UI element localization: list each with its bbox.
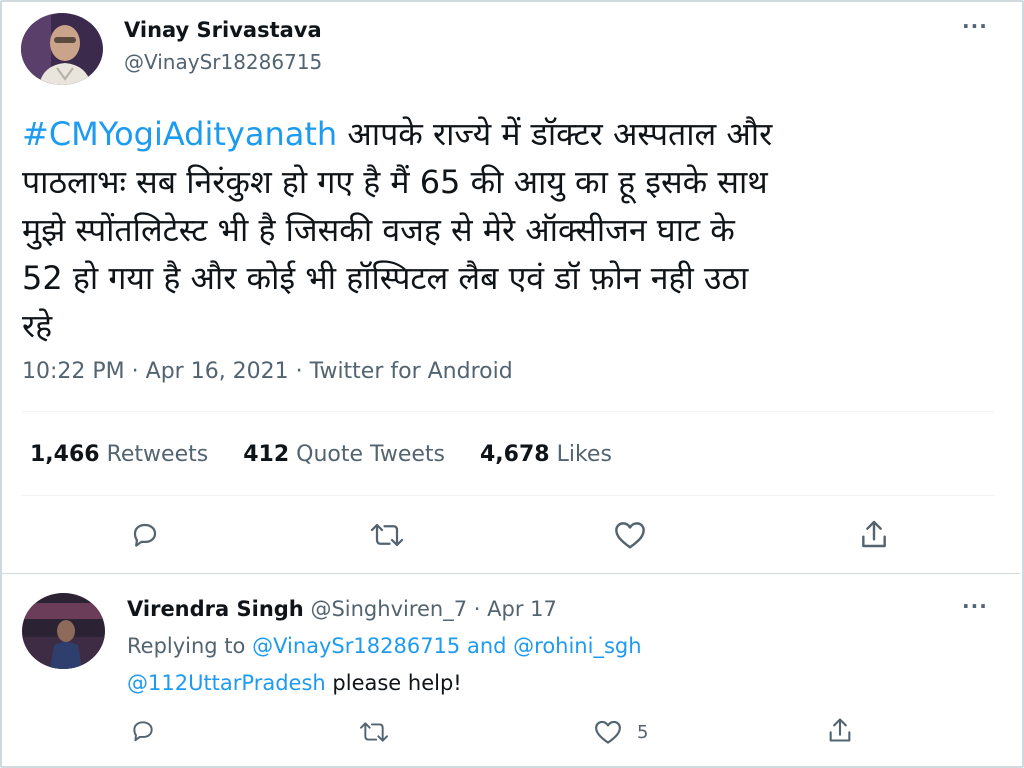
tweet-text-line-5: रहे [22,307,53,345]
share-icon [829,718,851,742]
reply-like-button[interactable]: 5 [593,719,648,745]
reply-author-name[interactable]: Virendra Singh [127,597,304,621]
reply-author-handle[interactable]: @Singhviren_7 [310,597,467,621]
like-icon [615,522,645,549]
reply-icon [133,721,153,742]
likes-label: Likes [556,442,612,467]
like-icon [595,720,621,744]
likes-stat[interactable]: 4,678 Likes [480,442,612,467]
meta-separator: · [288,359,310,384]
meta-separator: · [124,359,146,384]
reply-like-count: 5 [637,721,649,743]
quotes-label: Quote Tweets [296,442,445,467]
tweet-source[interactable]: Twitter for Android [310,359,513,384]
reply-separator: · [467,597,488,621]
reply-more-options-button[interactable]: ··· [962,594,988,618]
author-name[interactable]: Vinay Srivastava [124,18,322,42]
reply-header: Virendra Singh @Singhviren_7 · Apr 17 [127,597,557,621]
mention-link[interactable]: @rohini_sgh [513,634,641,658]
mention-link[interactable]: @112UttarPradesh [127,671,326,695]
divider [0,573,1020,574]
reply-author-avatar[interactable] [22,593,105,669]
reply-reply-button[interactable] [130,718,156,744]
reply-button[interactable] [130,520,160,550]
tweet-meta: 10:22 PM · Apr 16, 2021 · Twitter for An… [22,359,513,384]
author-avatar[interactable] [21,13,103,85]
reply-date[interactable]: Apr 17 [487,597,557,621]
tweet-text-line-4: 52 हो गया है और कोई भी हॉस्पिटल लैब एवं … [22,259,749,297]
divider [22,411,994,412]
reply-icon [133,523,157,547]
engagement-stats: 1,466 Retweets 412 Quote Tweets 4,678 Li… [30,442,640,467]
reply-message: please help! [325,671,462,695]
replying-to: Replying to @VinaySr18286715 and @rohini… [127,634,642,658]
divider [22,495,994,496]
more-options-button[interactable]: ··· [962,14,988,38]
replying-prefix: Replying to [127,634,253,658]
retweet-button[interactable] [369,520,405,550]
tweet-text-line-3: मुझे स्पोंतलिटेस्ट भी है जिसकी वजह से मे… [22,211,735,249]
tweet-time[interactable]: 10:22 PM [22,359,125,384]
replying-and[interactable]: and [460,634,513,658]
reply-share-button[interactable] [826,716,854,744]
retweets-count: 1,466 [30,442,100,467]
like-button[interactable] [613,520,647,550]
reply-retweet-button[interactable] [358,719,390,745]
retweet-icon [370,523,404,547]
author-handle[interactable]: @VinaySr18286715 [124,50,322,74]
share-button[interactable] [858,518,890,550]
tweet-text-line-2: पाठलाभः सब निरंकुश हो गए है मैं 65 की आय… [22,163,768,201]
retweets-stat[interactable]: 1,466 Retweets [30,442,208,467]
retweets-label: Retweets [106,442,209,467]
hashtag-link[interactable]: #CMYogiAdityanath [22,115,337,153]
mention-link[interactable]: @VinaySr18286715 [252,634,460,658]
tweet-text-line-1: #CMYogiAdityanath आपके राज्ये में डॉक्टर… [22,110,987,158]
share-icon [862,520,886,548]
likes-count: 4,678 [479,442,550,467]
quotes-count: 412 [243,442,290,467]
retweet-icon [360,722,388,742]
reply-text: @112UttarPradesh please help! [127,671,462,695]
tweet-text: #CMYogiAdityanath आपके राज्ये में डॉक्टर… [22,110,987,350]
quote-tweets-stat[interactable]: 412 Quote Tweets [243,442,445,467]
tweet-date[interactable]: Apr 16, 2021 [146,359,289,384]
tweet-text-part: आपके राज्ये में डॉक्टर अस्पताल और [337,115,773,153]
